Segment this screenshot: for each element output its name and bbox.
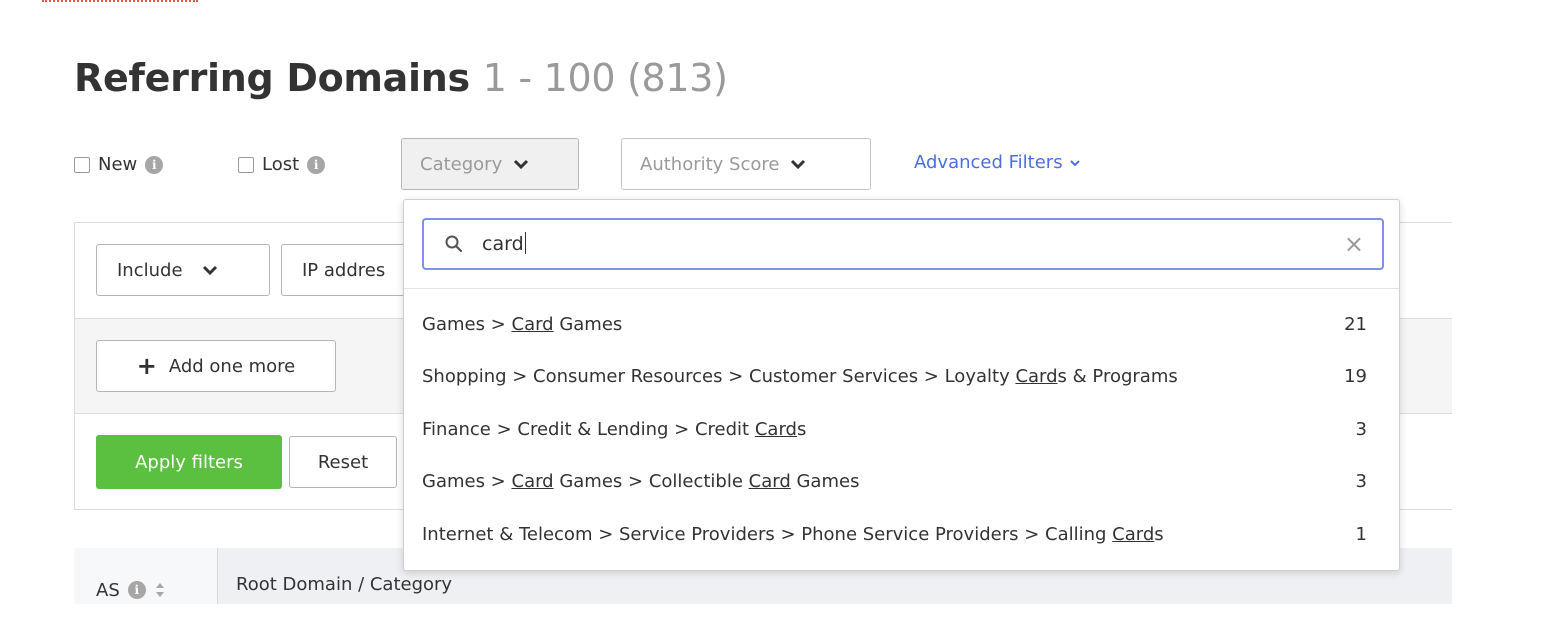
category-option-count: 21: [1344, 313, 1367, 335]
label-segment: s: [1154, 523, 1164, 545]
category-option[interactable]: Games > Card Games 21: [422, 298, 1367, 350]
match-highlight: Card: [748, 470, 791, 492]
category-option-count: 19: [1344, 365, 1367, 387]
label-segment: Shopping > Consumer Resources > Customer…: [422, 365, 1016, 387]
category-option-label: Games > Card Games: [422, 314, 622, 335]
category-dropdown-menu: card × Games > Card Games 21 Shopping > Co…: [403, 199, 1400, 571]
match-highlight: Card: [754, 418, 797, 440]
label-segment: s: [796, 418, 807, 440]
divider: [404, 288, 1399, 289]
category-option[interactable]: Games > Card Games > Collectible Card Ga…: [422, 455, 1367, 507]
advanced-filters-link[interactable]: Advanced Filters: [914, 152, 1081, 173]
authority-score-dropdown[interactable]: Authority Score: [621, 138, 871, 190]
label-segment: Games: [790, 470, 860, 492]
search-value[interactable]: card: [482, 232, 526, 255]
top-dotted-line: [42, 0, 198, 3]
lost-checkbox[interactable]: Lost i: [238, 154, 326, 175]
label-segment: s & Programs: [1057, 365, 1178, 387]
as-label: AS: [96, 579, 120, 601]
category-option-label: Finance > Credit & Lending > Credit Card…: [422, 419, 806, 440]
ip-address-label: IP addres: [302, 259, 386, 281]
column-header-root-domain[interactable]: Root Domain / Category: [236, 574, 452, 595]
category-option[interactable]: Shopping > Consumer Resources > Customer…: [422, 350, 1367, 402]
advanced-filters-label: Advanced Filters: [914, 152, 1063, 173]
category-option[interactable]: Internet & Telecom > Service Providers >…: [422, 508, 1367, 560]
label-segment: Games: [553, 313, 623, 335]
category-dropdown-button[interactable]: Category: [401, 138, 579, 190]
ip-address-select[interactable]: IP addres: [281, 244, 421, 296]
label-segment: Internet & Telecom > Service Providers >…: [422, 523, 1113, 545]
match-highlight: Card: [1112, 523, 1155, 545]
category-search-input[interactable]: card ×: [422, 218, 1384, 270]
chevron-down-icon: [791, 159, 806, 170]
result-range: 1 - 100 (813): [482, 56, 728, 100]
chevron-down-icon: [202, 265, 217, 276]
info-icon[interactable]: i: [145, 155, 164, 174]
reset-button[interactable]: Reset: [289, 436, 397, 488]
apply-filters-button[interactable]: Apply filters: [96, 435, 282, 489]
lost-checkbox-box[interactable]: [238, 156, 254, 173]
include-select[interactable]: Include: [96, 244, 270, 296]
category-option-label: Games > Card Games > Collectible Card Ga…: [422, 471, 859, 492]
search-icon: [445, 235, 463, 253]
category-label: Category: [420, 153, 503, 175]
apply-filters-label: Apply filters: [135, 451, 243, 473]
include-label: Include: [117, 259, 183, 281]
match-highlight: Card: [1015, 365, 1058, 387]
label-segment: Games >: [422, 313, 512, 335]
reset-label: Reset: [317, 451, 369, 473]
chevron-down-icon: [1069, 159, 1080, 166]
label-segment: Finance > Credit & Lending > Credit: [422, 418, 755, 440]
match-highlight: Card: [511, 313, 554, 335]
page-title: Referring Domains 1 - 100 (813): [74, 52, 728, 104]
filter-row: New i Lost i Category Authority Score Ad…: [74, 138, 1174, 190]
category-option[interactable]: Finance > Credit & Lending > Credit Card…: [422, 403, 1367, 455]
close-icon[interactable]: ×: [1344, 232, 1364, 256]
add-one-more-button[interactable]: + Add one more: [96, 340, 336, 392]
category-option-label: Shopping > Consumer Resources > Customer…: [422, 366, 1178, 387]
plus-icon: +: [136, 352, 157, 380]
label-segment: Games > Collectible: [553, 470, 749, 492]
lost-label: Lost: [262, 154, 300, 175]
chevron-down-icon: [514, 159, 529, 170]
info-icon[interactable]: i: [127, 581, 146, 599]
page-title-text: Referring Domains: [74, 56, 470, 100]
add-one-more-label: Add one more: [168, 355, 296, 377]
info-icon[interactable]: i: [307, 155, 326, 174]
new-checkbox[interactable]: New i: [74, 154, 164, 175]
label-segment: Games >: [422, 470, 512, 492]
category-option-count: 3: [1355, 418, 1367, 440]
match-highlight: Card: [511, 470, 554, 492]
new-checkbox-box[interactable]: [74, 156, 90, 173]
new-label: New: [98, 154, 138, 175]
category-option-count: 3: [1355, 470, 1367, 492]
sort-icon[interactable]: [154, 581, 166, 599]
category-option-count: 1: [1355, 523, 1367, 545]
category-option-label: Internet & Telecom > Service Providers >…: [422, 524, 1164, 545]
column-header-as[interactable]: AS i: [74, 548, 218, 604]
authority-label: Authority Score: [640, 153, 780, 175]
